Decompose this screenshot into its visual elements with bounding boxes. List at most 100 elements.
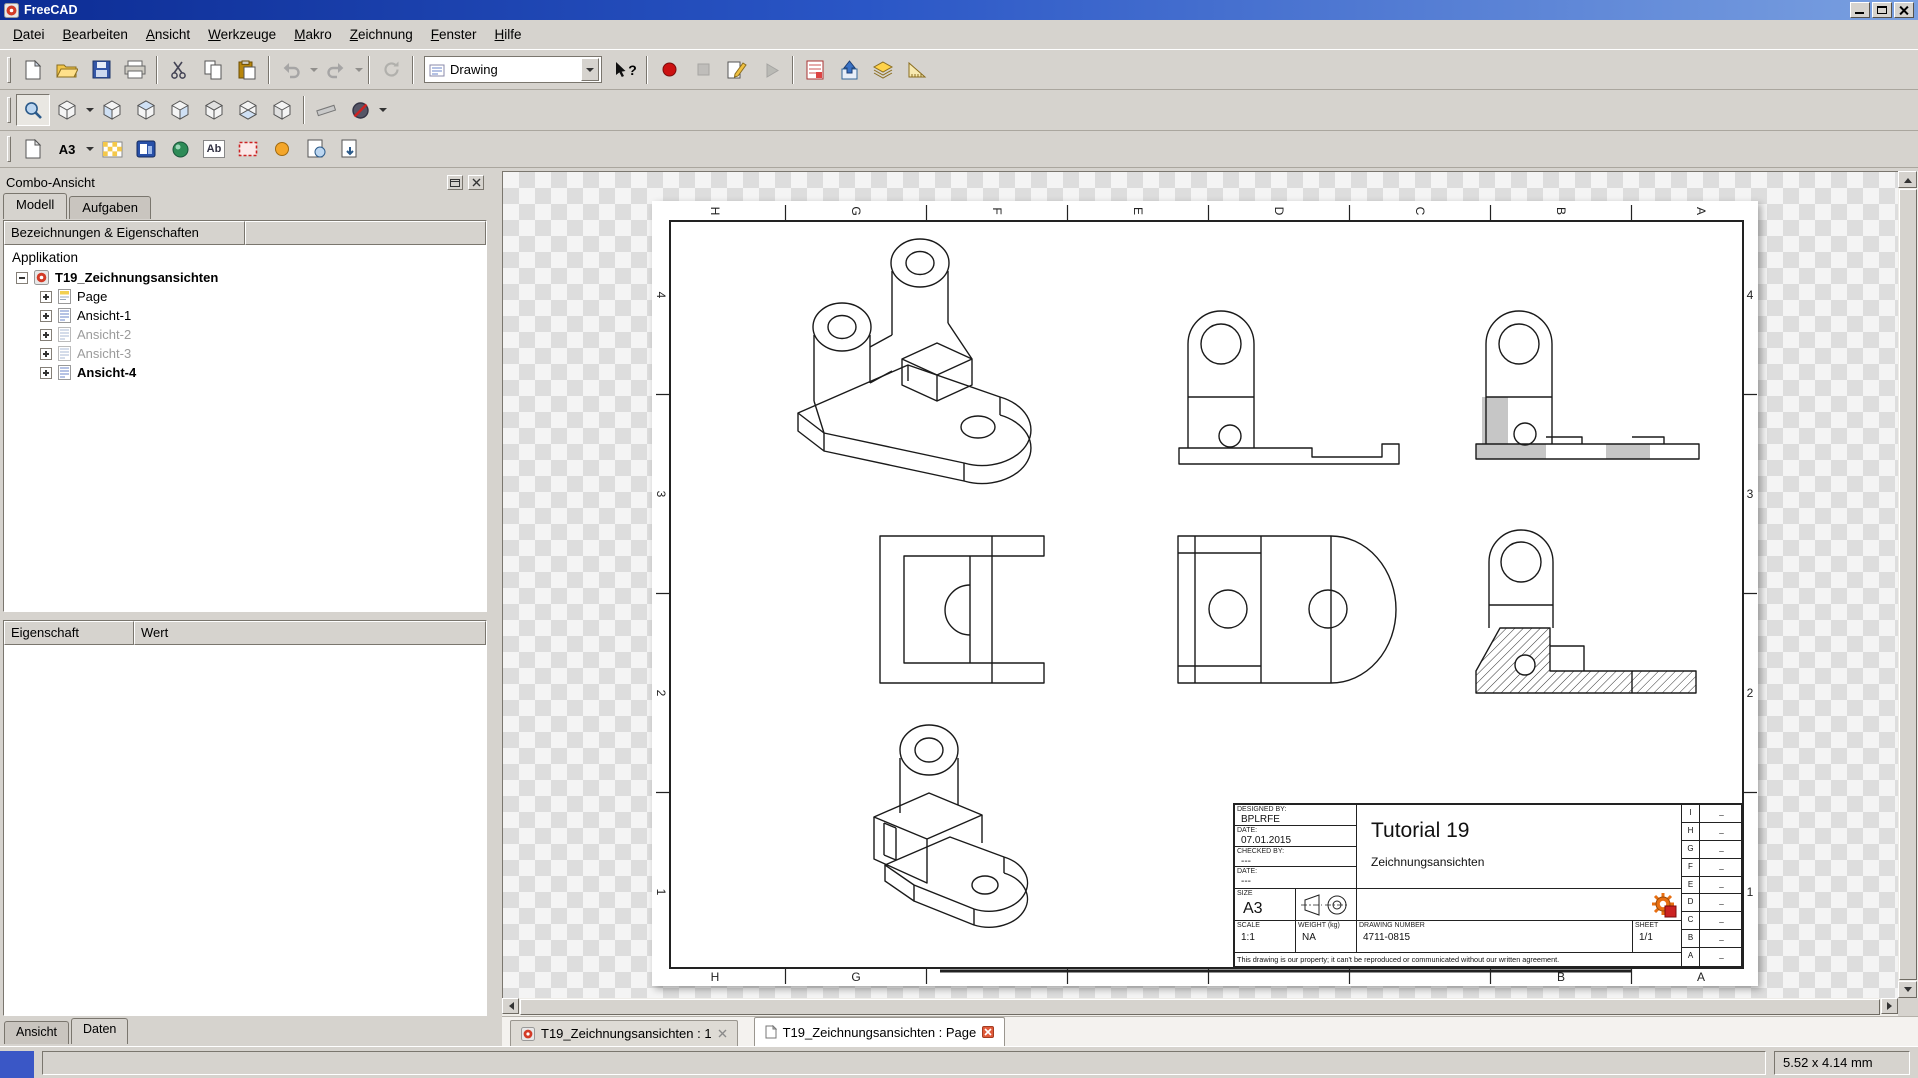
title-bar[interactable]: FreeCAD xyxy=(0,0,1918,20)
float-panel-button[interactable] xyxy=(447,175,463,190)
open-browser-view-button[interactable] xyxy=(299,133,333,165)
close-tab-icon[interactable] xyxy=(982,1026,994,1038)
expand-icon[interactable] xyxy=(40,329,52,341)
scroll-left-button[interactable] xyxy=(502,998,519,1014)
vertical-scroll-thumb[interactable] xyxy=(1899,189,1917,980)
draft-view-button[interactable] xyxy=(163,133,197,165)
view-front-top-center[interactable] xyxy=(1179,311,1399,464)
refresh-button[interactable] xyxy=(374,54,408,86)
new-page-button[interactable] xyxy=(16,133,50,165)
cut-button[interactable] xyxy=(162,54,196,86)
tab-modell[interactable]: Modell xyxy=(3,193,67,219)
redo-dropdown[interactable] xyxy=(353,55,364,85)
layers-button[interactable] xyxy=(866,54,900,86)
drawing-page-a3[interactable]: H G F E D C B A 4 3 2 1 4 3 2 1 H G B A … xyxy=(652,201,1758,986)
close-panel-button[interactable] xyxy=(468,175,484,190)
tree-header-label[interactable]: Bezeichnungen & Eigenschaften xyxy=(4,221,245,245)
panel-splitter[interactable] xyxy=(490,171,502,1046)
macro-stop-button[interactable] xyxy=(686,54,720,86)
tree-item-label[interactable]: Ansicht-4 xyxy=(77,365,136,380)
scroll-down-button[interactable] xyxy=(1898,981,1917,998)
save-document-button[interactable] xyxy=(84,54,118,86)
scroll-up-button[interactable] xyxy=(1898,171,1917,188)
redo-button[interactable] xyxy=(319,54,353,86)
application-root-label[interactable]: Applikation xyxy=(4,245,486,268)
drawing-viewport[interactable]: H G F E D C B A 4 3 2 1 4 3 2 1 H G B A … xyxy=(502,171,1898,998)
view-section-mid-left[interactable] xyxy=(880,536,1044,683)
symbol-button[interactable] xyxy=(265,133,299,165)
combo-view-titlebar[interactable]: Combo-Ansicht xyxy=(0,171,490,193)
bottom-view-button[interactable] xyxy=(231,94,265,126)
tree-item-document[interactable]: T19_Zeichnungsansichten xyxy=(4,268,486,287)
toolbar-handle[interactable] xyxy=(7,57,11,83)
right-view-button[interactable] xyxy=(163,94,197,126)
close-tab-icon[interactable] xyxy=(718,1029,727,1038)
dimension-tool-button[interactable] xyxy=(900,54,934,86)
export-drawing-button[interactable] xyxy=(333,133,367,165)
insert-view-button[interactable] xyxy=(129,133,163,165)
close-button[interactable] xyxy=(1894,2,1914,18)
property-column-value[interactable]: Wert xyxy=(134,621,486,645)
tree-item-ansicht-4[interactable]: Ansicht-4 xyxy=(4,363,486,382)
tab-aufgaben[interactable]: Aufgaben xyxy=(69,196,151,219)
doc-tab-label[interactable]: T19_Zeichnungsansichten : Page xyxy=(783,1025,977,1040)
tree-item-page[interactable]: Page xyxy=(4,287,486,306)
tree-item-label[interactable]: Ansicht-2 xyxy=(77,327,131,342)
menu-bearbeiten[interactable]: Bearbeiten xyxy=(54,22,137,47)
view-side-mid-right[interactable] xyxy=(1476,530,1696,693)
tree-item-ansicht-3[interactable]: Ansicht-3 xyxy=(4,344,486,363)
horizontal-scrollbar[interactable] xyxy=(502,998,1898,1016)
minimize-button[interactable] xyxy=(1850,2,1870,18)
tree-item-ansicht-2[interactable]: Ansicht-2 xyxy=(4,325,486,344)
collapse-icon[interactable] xyxy=(16,272,28,284)
measure-distance-button[interactable] xyxy=(309,94,343,126)
view-iso-top-left[interactable] xyxy=(798,239,1031,483)
toolbar-handle[interactable] xyxy=(7,97,11,123)
axonometric-view-button[interactable] xyxy=(50,94,84,126)
copy-button[interactable] xyxy=(196,54,230,86)
axonometric-dropdown[interactable] xyxy=(84,95,95,125)
annotation-button[interactable]: Ab xyxy=(197,133,231,165)
open-document-button[interactable] xyxy=(50,54,84,86)
macro-record-button[interactable] xyxy=(652,54,686,86)
front-view-button[interactable] xyxy=(95,94,129,126)
scroll-right-button[interactable] xyxy=(1881,998,1898,1014)
horizontal-scroll-thumb[interactable] xyxy=(520,999,1880,1015)
workbench-selector[interactable]: Drawing xyxy=(424,56,602,83)
page-format-dropdown[interactable] xyxy=(84,134,95,164)
menu-hilfe[interactable]: Hilfe xyxy=(486,22,531,47)
print-button[interactable] xyxy=(118,54,152,86)
clip-group-button[interactable] xyxy=(231,133,265,165)
left-view-button[interactable] xyxy=(265,94,299,126)
tree-item-label[interactable]: T19_Zeichnungsansichten xyxy=(55,270,218,285)
menu-datei[interactable]: Datei xyxy=(4,22,54,47)
view-iso-bottom-left[interactable] xyxy=(874,725,1028,927)
property-column-name[interactable]: Eigenschaft xyxy=(4,621,134,645)
toolbar-handle[interactable] xyxy=(7,136,11,162)
menu-ansicht[interactable]: Ansicht xyxy=(137,22,199,47)
expand-icon[interactable] xyxy=(40,367,52,379)
rear-view-button[interactable] xyxy=(197,94,231,126)
macro-edit-button[interactable] xyxy=(720,54,754,86)
new-a3-page-button[interactable]: A3 xyxy=(50,133,84,165)
new-document-button[interactable] xyxy=(16,54,50,86)
drawing-sheet-button[interactable] xyxy=(798,54,832,86)
clipping-dropdown[interactable] xyxy=(377,95,388,125)
tree-item-label[interactable]: Page xyxy=(77,289,107,304)
tree-item-ansicht-1[interactable]: Ansicht-1 xyxy=(4,306,486,325)
doc-tab-3d-view[interactable]: T19_Zeichnungsansichten : 1 xyxy=(510,1020,738,1046)
clipping-plane-button[interactable] xyxy=(343,94,377,126)
view-top-mid-center[interactable] xyxy=(1178,536,1396,683)
paste-button[interactable] xyxy=(230,54,264,86)
tree-item-label[interactable]: Ansicht-1 xyxy=(77,308,131,323)
tab-ansicht-props[interactable]: Ansicht xyxy=(4,1021,69,1044)
expand-icon[interactable] xyxy=(40,348,52,360)
maximize-button[interactable] xyxy=(1872,2,1892,18)
menu-makro[interactable]: Makro xyxy=(285,22,341,47)
undo-dropdown[interactable] xyxy=(308,55,319,85)
menu-zeichnung[interactable]: Zeichnung xyxy=(341,22,422,47)
doc-tab-page[interactable]: T19_Zeichnungsansichten : Page xyxy=(754,1017,1006,1046)
vertical-scrollbar[interactable] xyxy=(1898,171,1918,998)
whatsthis-button[interactable]: ? xyxy=(608,54,642,86)
expand-icon[interactable] xyxy=(40,291,52,303)
